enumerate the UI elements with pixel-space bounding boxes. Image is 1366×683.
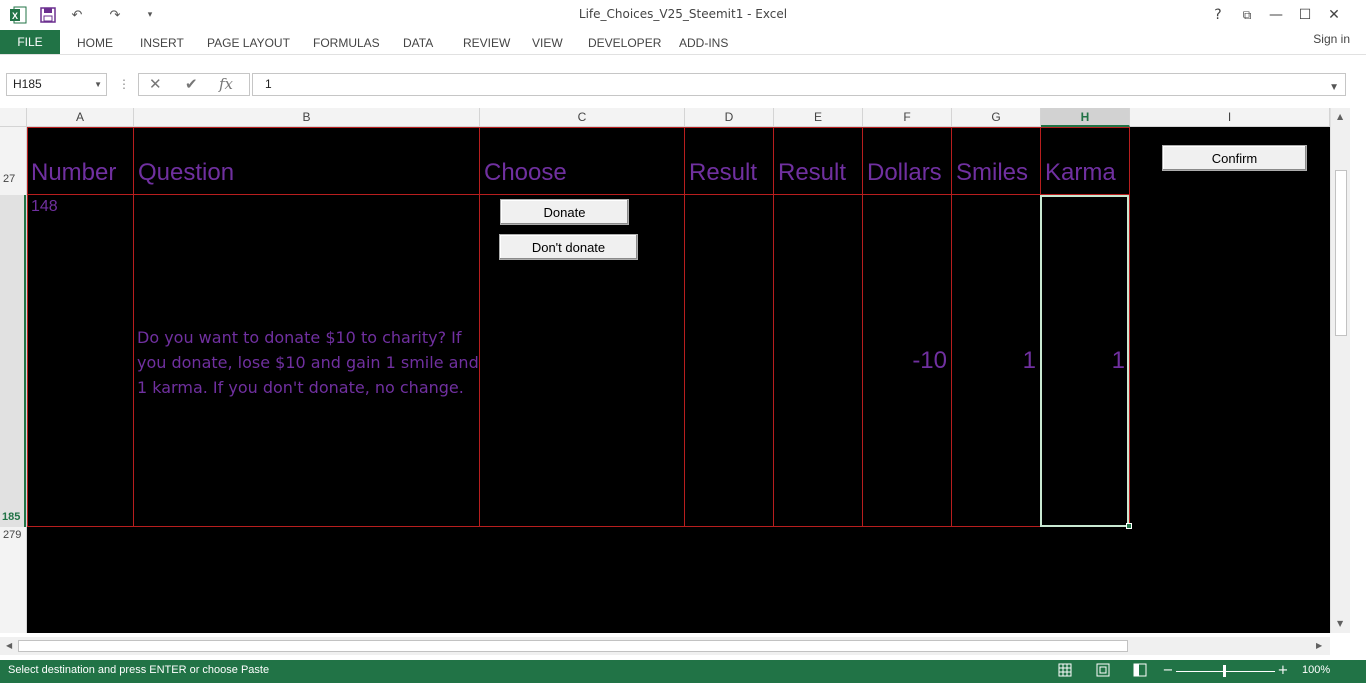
header-choose[interactable]: Choose bbox=[484, 159, 567, 187]
page-break-preview-icon[interactable] bbox=[1132, 663, 1148, 679]
scroll-up-icon[interactable]: ▲ bbox=[1337, 112, 1343, 121]
formula-buttons: ✕ ✔ fx bbox=[138, 73, 250, 96]
column-header-b[interactable]: B bbox=[134, 108, 480, 127]
tab-review[interactable]: REVIEW bbox=[463, 32, 510, 54]
header-smiles[interactable]: Smiles bbox=[956, 159, 1028, 187]
status-message: Select destination and press ENTER or ch… bbox=[8, 664, 270, 676]
status-bar: Select destination and press ENTER or ch… bbox=[0, 660, 1366, 683]
dont-donate-button[interactable]: Don't donate bbox=[499, 234, 638, 260]
row-header-185[interactable]: 185 bbox=[0, 195, 26, 527]
tab-data[interactable]: DATA bbox=[403, 32, 433, 54]
tab-page-layout[interactable]: PAGE LAYOUT bbox=[207, 32, 290, 54]
tab-developer[interactable]: DEVELOPER bbox=[588, 32, 661, 54]
vertical-scrollbar[interactable]: ▲ ▼ bbox=[1330, 108, 1350, 633]
header-question[interactable]: Question bbox=[138, 159, 234, 187]
chevron-down-icon[interactable]: ▼ bbox=[1329, 77, 1339, 98]
grid-line bbox=[1129, 127, 1130, 527]
formula-bar-grip-icon: ⋮ bbox=[118, 77, 130, 91]
row-header-279[interactable]: 279 bbox=[0, 529, 26, 547]
minimize-icon[interactable]: — bbox=[1262, 4, 1290, 26]
grid-line bbox=[684, 127, 685, 527]
donate-button[interactable]: Donate bbox=[500, 199, 629, 225]
scroll-down-icon[interactable]: ▼ bbox=[1337, 619, 1343, 628]
select-all-corner[interactable] bbox=[0, 108, 27, 127]
row-headers: 27 185 279 bbox=[0, 127, 27, 633]
cell-number[interactable]: 148 bbox=[31, 198, 58, 216]
grid-line bbox=[27, 526, 1130, 527]
grid-line bbox=[27, 127, 28, 527]
title-bar: X ↶ ↷ ▾ Life_Choices_V25_Steemit1 - Exce… bbox=[0, 0, 1366, 30]
cell-smiles[interactable]: 1 bbox=[956, 347, 1036, 375]
fill-handle[interactable] bbox=[1126, 523, 1132, 529]
column-header-h[interactable]: H bbox=[1041, 108, 1130, 127]
column-header-a[interactable]: A bbox=[27, 108, 134, 127]
selected-cell-h185[interactable] bbox=[1040, 195, 1129, 527]
name-box[interactable]: H185 ▼ bbox=[6, 73, 107, 96]
column-header-g[interactable]: G bbox=[952, 108, 1041, 127]
cell-question[interactable]: Do you want to donate $10 to charity? If… bbox=[137, 325, 482, 400]
ribbon-tabs: FILE HOME INSERT PAGE LAYOUT FORMULAS DA… bbox=[0, 30, 1366, 54]
enter-icon[interactable]: ✔ bbox=[185, 75, 198, 93]
insert-function-icon[interactable]: fx bbox=[219, 75, 233, 93]
window-title: Life_Choices_V25_Steemit1 - Excel bbox=[578, 7, 788, 21]
grid-line bbox=[773, 127, 774, 527]
column-header-d[interactable]: D bbox=[685, 108, 774, 127]
header-number[interactable]: Number bbox=[31, 159, 116, 187]
header-karma[interactable]: Karma bbox=[1045, 159, 1116, 187]
zoom-slider-thumb[interactable] bbox=[1223, 665, 1226, 677]
header-result-1[interactable]: Result bbox=[689, 159, 757, 187]
tab-home[interactable]: HOME bbox=[77, 32, 113, 54]
header-result-2[interactable]: Result bbox=[778, 159, 846, 187]
tab-view[interactable]: VIEW bbox=[532, 32, 563, 54]
tab-add-ins[interactable]: ADD-INS bbox=[679, 32, 728, 54]
column-header-e[interactable]: E bbox=[774, 108, 863, 127]
zoom-level[interactable]: 100% bbox=[1302, 664, 1330, 676]
row-header-185-label: 185 bbox=[2, 511, 21, 523]
scroll-left-icon[interactable]: ◀ bbox=[6, 641, 12, 650]
horizontal-scroll-thumb[interactable] bbox=[18, 640, 1128, 652]
chevron-down-icon[interactable]: ▼ bbox=[94, 74, 102, 95]
grid-line bbox=[27, 194, 1130, 195]
tab-file[interactable]: FILE bbox=[0, 30, 60, 54]
tab-formulas[interactable]: FORMULAS bbox=[313, 32, 380, 54]
formula-value: 1 bbox=[265, 77, 272, 91]
name-box-value: H185 bbox=[13, 77, 42, 91]
cancel-icon[interactable]: ✕ bbox=[149, 75, 162, 93]
column-header-f[interactable]: F bbox=[863, 108, 952, 127]
column-header-i[interactable]: I bbox=[1130, 108, 1330, 127]
vertical-scroll-thumb[interactable] bbox=[1335, 170, 1347, 336]
row-header-27[interactable]: 27 bbox=[0, 173, 26, 193]
zoom-out-icon[interactable]: − bbox=[1160, 663, 1176, 679]
close-icon[interactable]: ✕ bbox=[1320, 4, 1348, 26]
header-dollars[interactable]: Dollars bbox=[867, 159, 942, 187]
maximize-icon[interactable]: ☐ bbox=[1291, 4, 1319, 26]
worksheet-grid[interactable]: Number Question Choose Result Result Dol… bbox=[27, 127, 1330, 633]
formula-input[interactable]: 1 ▼ bbox=[252, 73, 1346, 96]
page-layout-view-icon[interactable] bbox=[1095, 663, 1111, 679]
column-headers: A B C D E F G H I bbox=[0, 108, 1330, 127]
sign-in-link[interactable]: Sign in bbox=[1313, 32, 1350, 46]
horizontal-scrollbar[interactable]: ◀ ▶ bbox=[0, 637, 1330, 655]
normal-view-icon[interactable] bbox=[1057, 663, 1073, 679]
grid-line bbox=[27, 127, 1130, 128]
column-header-c[interactable]: C bbox=[480, 108, 685, 127]
grid-line bbox=[862, 127, 863, 527]
grid-line bbox=[951, 127, 952, 527]
grid-line bbox=[133, 127, 134, 527]
confirm-button[interactable]: Confirm bbox=[1162, 145, 1307, 171]
scroll-right-icon[interactable]: ▶ bbox=[1316, 641, 1322, 650]
help-icon[interactable]: ? bbox=[1204, 4, 1232, 26]
ribbon-display-options-icon[interactable]: ⧉ bbox=[1233, 4, 1261, 26]
tab-insert[interactable]: INSERT bbox=[140, 32, 184, 54]
cell-dollars[interactable]: -10 bbox=[867, 347, 947, 375]
zoom-in-icon[interactable]: + bbox=[1275, 663, 1291, 679]
formula-bar: H185 ▼ ⋮ ✕ ✔ fx 1 ▼ bbox=[0, 54, 1366, 108]
